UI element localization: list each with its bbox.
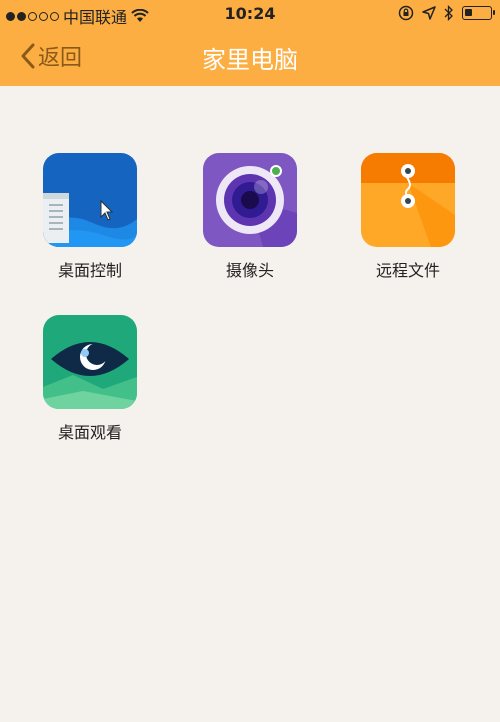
- rotation-lock-icon: [398, 5, 414, 21]
- camera-icon: [203, 153, 297, 247]
- desktop-control-icon: [43, 153, 137, 247]
- app-desktop-view[interactable]: 桌面观看: [25, 315, 155, 443]
- remote-file-icon: [361, 153, 455, 247]
- page-title: 家里电脑: [202, 46, 298, 74]
- app-label: 摄像头: [225, 261, 274, 280]
- nav-bar: 返回 家里电脑: [0, 28, 500, 86]
- status-right: [398, 5, 495, 21]
- desktop-view-icon: [43, 315, 137, 409]
- app-remote-files[interactable]: 远程文件: [343, 153, 473, 281]
- location-arrow-icon: [422, 6, 436, 20]
- status-bar: 中国联通 10:24: [0, 0, 500, 28]
- app-camera[interactable]: 摄像头: [185, 153, 315, 281]
- app-label: 桌面控制: [57, 261, 122, 280]
- battery-icon: [462, 6, 495, 20]
- app-label: 桌面观看: [57, 423, 122, 442]
- app-desktop-control[interactable]: 桌面控制: [25, 153, 155, 281]
- bluetooth-icon: [444, 5, 453, 21]
- app-label: 远程文件: [375, 261, 440, 280]
